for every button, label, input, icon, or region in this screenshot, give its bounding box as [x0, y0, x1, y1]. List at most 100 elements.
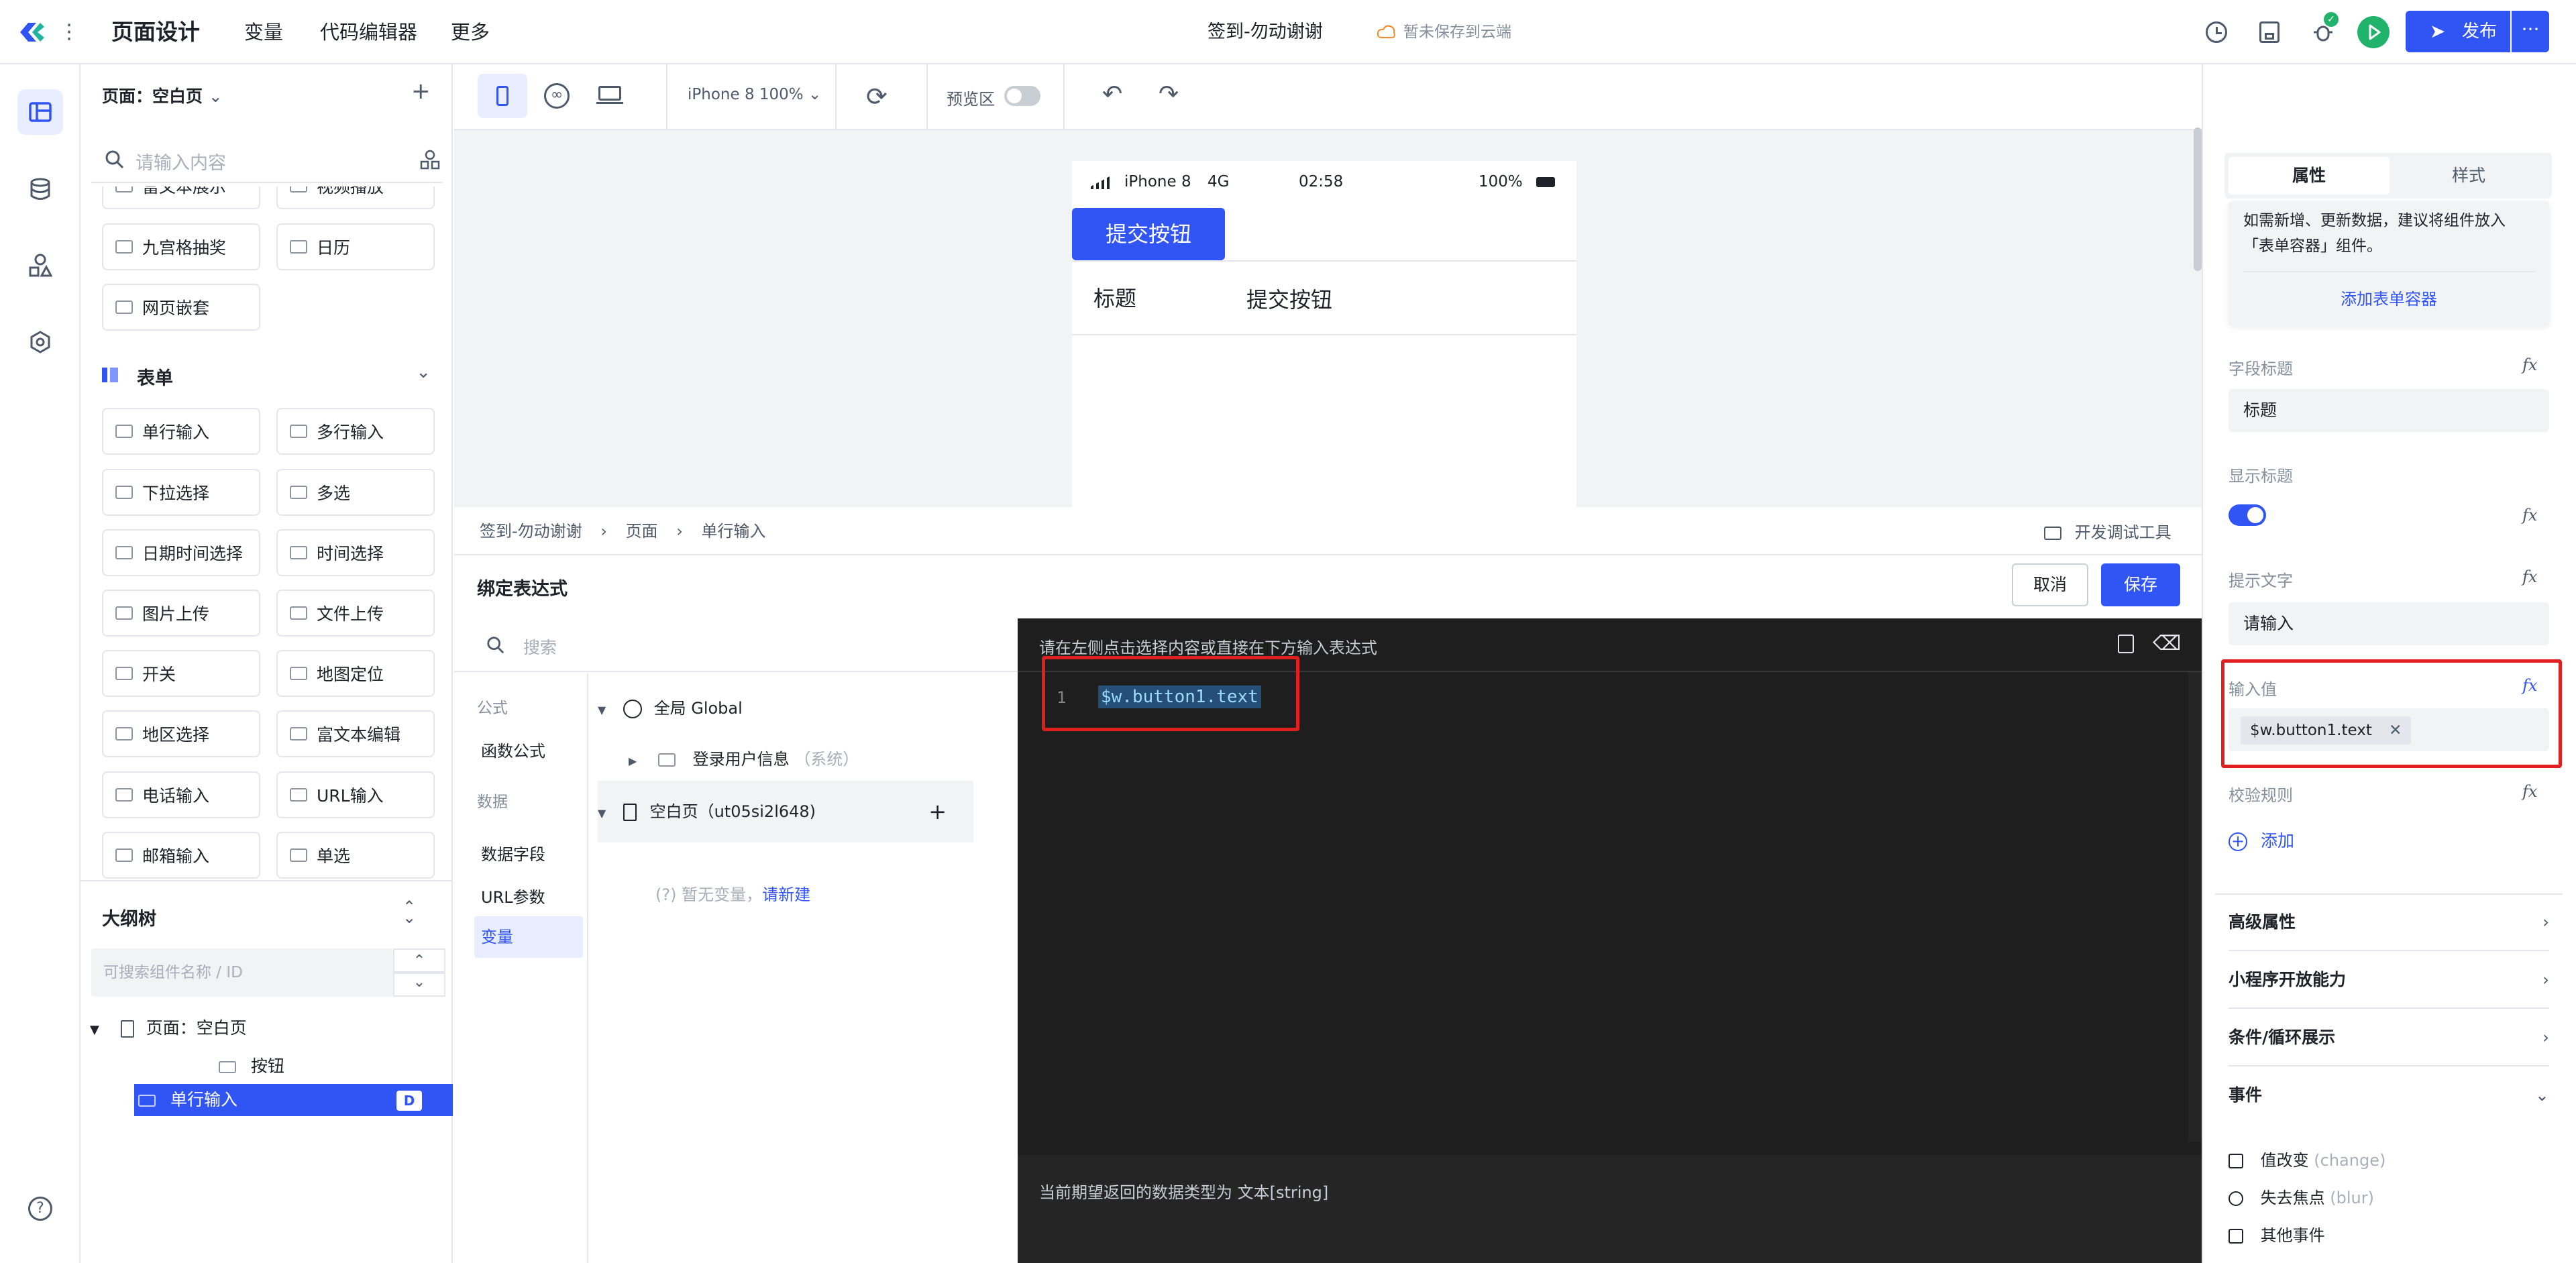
save-button[interactable]: 保存	[2101, 563, 2180, 606]
section-miniprogram[interactable]: 小程序开放能力 ›	[2229, 951, 2549, 1009]
settings-icon[interactable]	[17, 319, 63, 365]
component-rich-text-display[interactable]: 富文本展示	[102, 186, 260, 209]
component-radio[interactable]: 单选	[276, 832, 435, 879]
event-change[interactable]: 值改变 (change)	[2229, 1147, 2385, 1170]
fx-icon[interactable]: fx	[2522, 506, 2537, 525]
miniprogram-icon[interactable]: ∞	[544, 83, 570, 109]
component-phone-input[interactable]: 电话输入	[102, 771, 260, 818]
category-variables[interactable]: 变量	[474, 916, 583, 958]
component-lottery-grid[interactable]: 九宫格抽奖	[102, 223, 260, 270]
tree-login-info[interactable]: ▶ 登录用户信息 （系统）	[629, 746, 1004, 773]
nav-variables[interactable]: 变量	[244, 0, 283, 64]
editor-scrollbar[interactable]	[2188, 672, 2202, 1142]
props-scrollbar[interactable]	[2195, 174, 2202, 268]
category-url-params[interactable]: URL参数	[481, 884, 545, 908]
event-other[interactable]: 其他事件	[2229, 1222, 2325, 1246]
components-icon[interactable]	[17, 243, 63, 288]
component-single-input[interactable]: 单行输入	[102, 408, 260, 455]
copy-icon[interactable]	[2118, 635, 2134, 653]
tree-page-node[interactable]: ▼ 空白页（ut05si2l648) +	[598, 781, 973, 842]
section-advanced[interactable]: 高级属性 ›	[2229, 893, 2549, 951]
clear-icon[interactable]: ⌫	[2153, 632, 2181, 655]
category-function-formula[interactable]: 函数公式	[481, 738, 545, 761]
desktop-icon[interactable]	[596, 86, 623, 106]
component-calendar[interactable]: 日历	[276, 223, 435, 270]
component-search[interactable]: 请输入内容	[91, 135, 443, 183]
history-icon[interactable]	[2206, 21, 2227, 43]
fx-icon[interactable]: fx	[2522, 355, 2537, 374]
fx-icon[interactable]: fx	[2522, 567, 2537, 586]
dev-tools-button[interactable]: 开发调试工具	[2044, 519, 2171, 543]
add-form-container-link[interactable]: 添加表单容器	[2229, 286, 2549, 309]
page-selector[interactable]: 页面：空白页 ⌄	[102, 83, 223, 107]
event-blur[interactable]: 失去焦点 (blur)	[2229, 1185, 2374, 1208]
component-library-icon[interactable]	[420, 150, 440, 170]
tree-global[interactable]: ▼ 全局 Global	[598, 695, 1000, 722]
component-email-input[interactable]: 邮箱输入	[102, 832, 260, 879]
form-section-header[interactable]: 表单 ⌄	[102, 362, 431, 389]
app-menu-icon[interactable]: ⋮	[59, 20, 79, 44]
canvas-toolbar: ∞ iPhone 8 100% ⌄ ⟳ 预览区 ↶ ↷	[454, 64, 2202, 130]
cancel-button[interactable]: 取消	[2012, 563, 2088, 606]
component-webview[interactable]: 网页嵌套	[102, 284, 260, 331]
breadcrumb-item[interactable]: 单行输入	[701, 522, 765, 541]
outline-next-button[interactable]: ⌄	[393, 973, 445, 997]
add-page-icon[interactable]: +	[411, 78, 431, 105]
section-condition-loop-label: 条件/循环展示	[2229, 1028, 2336, 1047]
nav-more[interactable]: 更多	[451, 0, 490, 64]
breadcrumb-item[interactable]: 签到-勿动谢谢	[480, 522, 582, 541]
component-image-upload[interactable]: 图片上传	[102, 590, 260, 637]
outline-collapse-icon[interactable]: ⌃ ⌄	[402, 899, 416, 926]
phone-field-value[interactable]: 提交按钮	[1246, 283, 1332, 314]
component-rich-text-editor[interactable]: 富文本编辑	[276, 710, 435, 757]
run-icon[interactable]	[2357, 16, 2390, 48]
component-time[interactable]: 时间选择	[276, 529, 435, 576]
component-map-location[interactable]: 地图定位	[276, 650, 435, 697]
publish-button[interactable]: ➤ 发布	[2406, 11, 2510, 52]
create-variable-link[interactable]: 请新建	[762, 885, 810, 904]
component-select[interactable]: 下拉选择	[102, 469, 260, 516]
category-data-field[interactable]: 数据字段	[481, 841, 545, 865]
section-events[interactable]: 事件 ⌄	[2229, 1066, 2549, 1124]
outline-prev-button[interactable]: ⌃	[393, 948, 445, 973]
component-multiline-input[interactable]: 多行输入	[276, 408, 435, 455]
outline-item-button[interactable]: 按钮	[219, 1049, 447, 1084]
field-title-input[interactable]: 标题	[2229, 389, 2549, 432]
component-switch[interactable]: 开关	[102, 650, 260, 697]
add-validation-button[interactable]: + 添加	[2229, 828, 2294, 852]
preview-toggle[interactable]	[1004, 86, 1040, 106]
outline-item-single-input-selected[interactable]: 单行输入 D	[134, 1084, 453, 1116]
component-url-input[interactable]: URL输入	[276, 771, 435, 818]
device-selector[interactable]: iPhone 8 100% ⌄	[688, 86, 821, 103]
debug-icon[interactable]: ✓	[2313, 12, 2339, 44]
breadcrumb-item[interactable]: 页面	[626, 522, 658, 541]
placeholder-input[interactable]: 请输入	[2229, 602, 2549, 645]
refresh-icon[interactable]: ⟳	[866, 82, 888, 111]
bind-search[interactable]: 搜索	[454, 618, 1018, 672]
component-datetime[interactable]: 日期时间选择	[102, 529, 260, 576]
nav-code-editor[interactable]: 代码编辑器	[320, 0, 417, 64]
submit-button[interactable]: 提交按钮	[1072, 208, 1225, 260]
component-label: 富文本展示	[142, 186, 227, 197]
section-condition-loop[interactable]: 条件/循环展示 ›	[2229, 1009, 2549, 1066]
show-title-toggle[interactable]	[2229, 504, 2266, 526]
save-icon[interactable]	[2259, 21, 2279, 43]
database-icon[interactable]	[17, 166, 63, 212]
undo-icon[interactable]: ↶	[1102, 80, 1122, 108]
mobile-device-button[interactable]	[478, 74, 527, 118]
fx-icon[interactable]: fx	[2522, 782, 2537, 801]
component-checkbox[interactable]: 多选	[276, 469, 435, 516]
pages-icon[interactable]	[17, 89, 63, 135]
app-logo[interactable]	[17, 19, 47, 46]
component-file-upload[interactable]: 文件上传	[276, 590, 435, 637]
outline-search-input[interactable]: 可搜索组件名称 / ID	[91, 948, 393, 997]
tab-properties[interactable]: 属性	[2229, 157, 2390, 195]
help-icon[interactable]: ?	[17, 1186, 63, 1231]
component-region-select[interactable]: 地区选择	[102, 710, 260, 757]
outline-root[interactable]: ▼ 页面：空白页	[90, 1011, 439, 1046]
publish-more-button[interactable]: ···	[2512, 11, 2549, 52]
tab-style[interactable]: 样式	[2390, 157, 2548, 195]
component-video[interactable]: 视频播放	[276, 186, 435, 209]
add-variable-icon[interactable]: +	[928, 781, 947, 842]
redo-icon[interactable]: ↷	[1159, 80, 1179, 108]
